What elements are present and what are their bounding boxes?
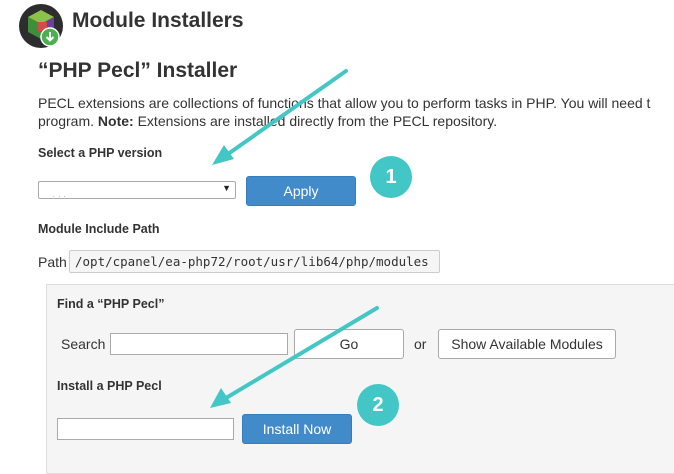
php-version-select[interactable]: . . . ▼: [38, 181, 236, 199]
step-1-badge: 1: [370, 156, 412, 198]
module-installer-logo-icon: [18, 3, 64, 49]
installer-title: “PHP Pecl” Installer: [38, 59, 238, 82]
description-line-1: PECL extensions are collections of funct…: [38, 95, 651, 111]
show-available-modules-button[interactable]: Show Available Modules: [438, 329, 616, 359]
note-label: Note:: [97, 113, 134, 129]
module-path-value: /opt/cpanel/ea-php72/root/usr/lib64/php/…: [69, 250, 440, 273]
go-button[interactable]: Go: [294, 329, 404, 359]
install-module-input[interactable]: [57, 418, 234, 440]
page-title: Module Installers: [72, 9, 244, 32]
description-line-2: program. Note: Extensions are installed …: [38, 113, 498, 129]
find-pecl-label: Find a “PHP Pecl”: [57, 297, 165, 311]
module-include-path-label: Module Include Path: [38, 222, 160, 236]
installer-description: PECL extensions are collections of funct…: [38, 94, 674, 130]
apply-button[interactable]: Apply: [246, 176, 356, 206]
select-php-version-label: Select a PHP version: [38, 146, 163, 160]
path-label: Path: [38, 254, 67, 270]
or-text: or: [414, 336, 427, 352]
search-label: Search: [61, 336, 106, 352]
search-input[interactable]: [110, 333, 288, 355]
install-pecl-label: Install a PHP Pecl: [57, 379, 162, 393]
install-now-button[interactable]: Install Now: [242, 414, 352, 444]
dropdown-arrow-icon: ▼: [222, 183, 231, 193]
step-2-badge: 2: [357, 384, 399, 426]
php-version-selected: . . .: [53, 193, 67, 199]
